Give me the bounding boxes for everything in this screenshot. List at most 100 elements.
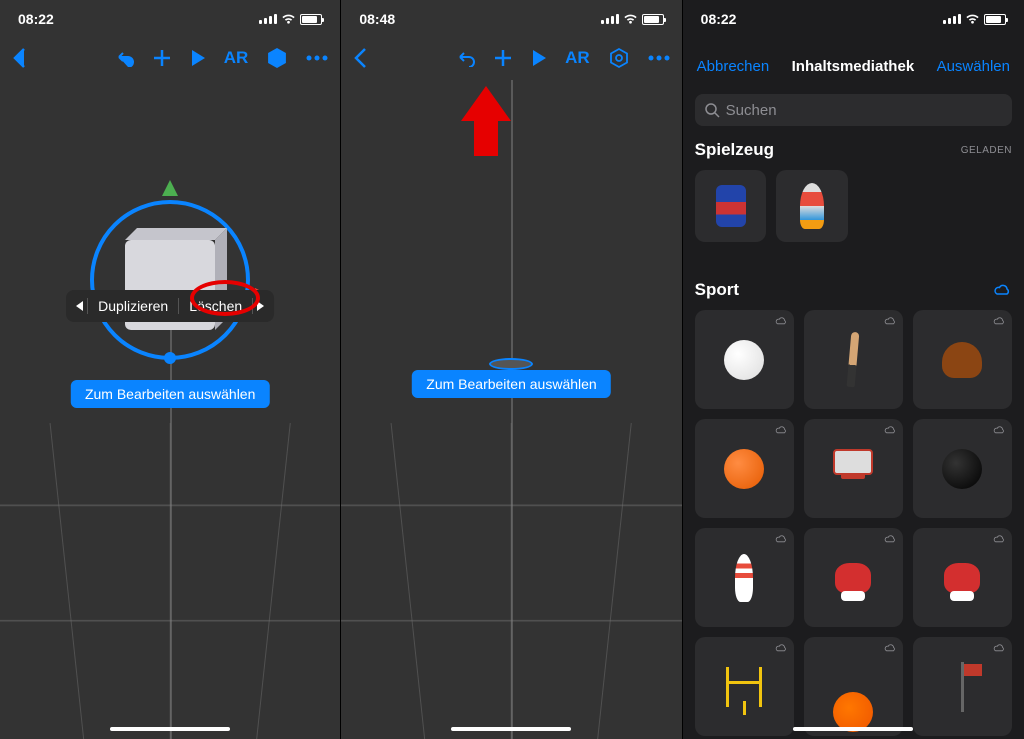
add-button[interactable] bbox=[152, 48, 172, 68]
edit-hint-label[interactable]: Zum Bearbeiten auswählen bbox=[71, 380, 269, 408]
library-item-bat[interactable] bbox=[804, 310, 903, 409]
cloud-icon bbox=[774, 316, 788, 326]
settings-button[interactable] bbox=[266, 47, 288, 69]
cancel-button[interactable]: Abbrechen bbox=[697, 58, 770, 75]
category-status: GELADEN bbox=[961, 145, 1012, 156]
y-axis-handle[interactable] bbox=[162, 180, 178, 196]
cloud-download-icon[interactable] bbox=[992, 283, 1012, 297]
status-time: 08:22 bbox=[18, 11, 54, 27]
home-indicator[interactable] bbox=[793, 727, 913, 731]
basketball-icon bbox=[724, 449, 764, 489]
status-time: 08:48 bbox=[359, 11, 395, 27]
wifi-icon bbox=[965, 14, 980, 25]
play-button[interactable] bbox=[190, 49, 206, 67]
glove-icon bbox=[942, 342, 982, 378]
cloud-icon bbox=[883, 425, 897, 435]
settings-button[interactable] bbox=[608, 47, 630, 69]
add-button[interactable] bbox=[493, 48, 513, 68]
annotation-arrow bbox=[461, 86, 511, 156]
status-icons bbox=[601, 14, 664, 25]
category-sport: Sport bbox=[695, 280, 1012, 736]
goalpost-icon bbox=[726, 667, 762, 707]
origin-handle[interactable] bbox=[164, 352, 176, 364]
ball-icon bbox=[833, 692, 873, 732]
undo-button[interactable] bbox=[455, 49, 475, 67]
library-item-boxing-glove-l[interactable] bbox=[804, 528, 903, 627]
boxing-glove-icon bbox=[944, 563, 980, 593]
nutcracker-icon bbox=[716, 185, 746, 227]
wifi-icon bbox=[623, 14, 638, 25]
status-bar: 08:22 bbox=[683, 0, 1024, 32]
axis-line bbox=[511, 80, 513, 739]
duplicate-button[interactable]: Duplizieren bbox=[88, 298, 178, 314]
more-button[interactable] bbox=[306, 55, 328, 61]
cloud-icon bbox=[883, 534, 897, 544]
search-placeholder: Suchen bbox=[726, 102, 777, 119]
back-button[interactable] bbox=[353, 47, 367, 69]
play-button[interactable] bbox=[531, 49, 547, 67]
menu-prev-icon[interactable] bbox=[76, 301, 83, 311]
status-icons bbox=[259, 14, 322, 25]
signal-icon bbox=[259, 14, 277, 24]
select-button[interactable]: Auswählen bbox=[937, 58, 1010, 75]
search-input[interactable]: Suchen bbox=[695, 94, 1012, 126]
cloud-icon bbox=[992, 534, 1006, 544]
library-item-glove[interactable] bbox=[913, 310, 1012, 409]
status-bar: 08:22 bbox=[0, 0, 340, 32]
status-icons bbox=[943, 14, 1006, 25]
library-item-ball[interactable] bbox=[804, 637, 903, 736]
home-indicator[interactable] bbox=[110, 727, 230, 731]
library-item-baseball[interactable] bbox=[695, 310, 794, 409]
cloud-icon bbox=[774, 425, 788, 435]
library-item-bowlingball[interactable] bbox=[913, 419, 1012, 518]
battery-icon bbox=[300, 14, 322, 25]
library-item-bowlingpin[interactable] bbox=[695, 528, 794, 627]
cloud-icon bbox=[774, 643, 788, 653]
cloud-icon bbox=[992, 316, 1006, 326]
library-item-boxing-glove-r[interactable] bbox=[913, 528, 1012, 627]
cloud-icon bbox=[992, 425, 1006, 435]
ar-button[interactable]: AR bbox=[565, 48, 590, 68]
library-item-goalpost[interactable] bbox=[695, 637, 794, 736]
bowlingball-icon bbox=[942, 449, 982, 489]
library-title: Inhaltsmediathek bbox=[792, 58, 915, 75]
annotation-highlight-circle bbox=[190, 280, 260, 316]
library-header: Abbrechen Inhaltsmediathek Auswählen bbox=[683, 44, 1024, 88]
search-icon bbox=[705, 103, 720, 118]
library-item-flag[interactable] bbox=[913, 637, 1012, 736]
flag-icon bbox=[961, 662, 964, 712]
signal-icon bbox=[601, 14, 619, 24]
toolbar: AR bbox=[0, 36, 340, 80]
hoop-icon bbox=[833, 449, 873, 489]
more-button[interactable] bbox=[648, 55, 670, 61]
cloud-icon bbox=[883, 316, 897, 326]
cloud-icon bbox=[883, 643, 897, 653]
cloud-icon bbox=[774, 534, 788, 544]
undo-button[interactable] bbox=[114, 49, 134, 67]
battery-icon bbox=[984, 14, 1006, 25]
battery-icon bbox=[642, 14, 664, 25]
bowlingpin-icon bbox=[735, 554, 753, 602]
library-item-basketball[interactable] bbox=[695, 419, 794, 518]
baseball-icon bbox=[724, 340, 764, 380]
rocket-icon bbox=[800, 183, 824, 229]
library-item-nutcracker[interactable] bbox=[695, 170, 767, 242]
wifi-icon bbox=[281, 14, 296, 25]
status-time: 08:22 bbox=[701, 11, 737, 27]
signal-icon bbox=[943, 14, 961, 24]
library-item-rocket[interactable] bbox=[776, 170, 848, 242]
library-item-hoop[interactable] bbox=[804, 419, 903, 518]
scene-origin-marker[interactable] bbox=[489, 358, 533, 370]
edit-hint-label[interactable]: Zum Bearbeiten auswählen bbox=[412, 370, 610, 398]
category-toys: Spielzeug GELADEN bbox=[695, 140, 1012, 242]
back-button[interactable] bbox=[12, 47, 26, 69]
bat-icon bbox=[847, 332, 860, 387]
boxing-glove-icon bbox=[835, 563, 871, 593]
category-title: Sport bbox=[695, 280, 739, 300]
toolbar: AR bbox=[341, 36, 681, 80]
ar-button[interactable]: AR bbox=[224, 48, 249, 68]
cloud-icon bbox=[992, 643, 1006, 653]
status-bar: 08:48 bbox=[341, 0, 681, 32]
category-title: Spielzeug bbox=[695, 140, 774, 160]
home-indicator[interactable] bbox=[451, 727, 571, 731]
